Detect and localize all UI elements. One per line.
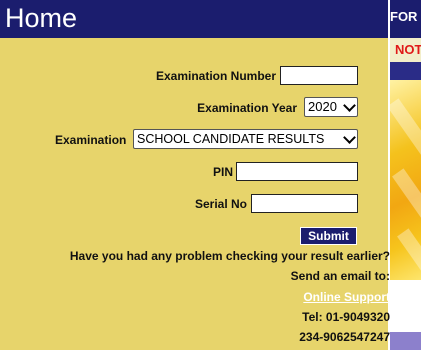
chevron-down-icon (343, 131, 356, 144)
online-support-link[interactable]: Online Support (303, 290, 390, 304)
chevron-down-icon (343, 99, 356, 112)
exam-label: Examination (55, 133, 127, 147)
exam-year-selected: 2020 (308, 99, 337, 114)
pin-input[interactable] (236, 162, 358, 181)
exam-number-input[interactable] (280, 66, 358, 85)
exam-select[interactable]: SCHOOL CANDIDATE RESULTS (133, 129, 358, 149)
right-panel-footer (390, 332, 421, 350)
page-header: Home (0, 0, 388, 38)
serial-label: Serial No (194, 197, 247, 211)
right-panel-band (390, 62, 421, 80)
support-tel: Tel: 01-9049320 (302, 310, 390, 324)
right-panel-notice: NOT (390, 38, 421, 62)
notice-text: NOT (395, 42, 421, 57)
submit-button[interactable]: Submit (300, 227, 357, 245)
support-email-prompt: Send an email to: (290, 269, 390, 283)
exam-year-label: Examination Year (197, 101, 297, 115)
pin-label: PIN (212, 165, 233, 179)
page-title: Home (5, 3, 78, 33)
online-support-link-wrap: Online Support (303, 290, 390, 304)
exam-number-label: Examination Number (155, 69, 276, 83)
right-panel-header: FOR A (390, 0, 421, 38)
serial-input[interactable] (251, 194, 358, 213)
right-panel-blank (390, 280, 421, 332)
support-phone: 234-9062547247 (299, 330, 390, 344)
support-question: Have you had any problem checking your r… (69, 249, 390, 263)
exam-year-select[interactable]: 2020 (304, 97, 358, 117)
exam-selected: SCHOOL CANDIDATE RESULTS (137, 132, 325, 146)
right-panel-header-text: FOR A (390, 9, 421, 24)
banner-image (390, 80, 421, 280)
